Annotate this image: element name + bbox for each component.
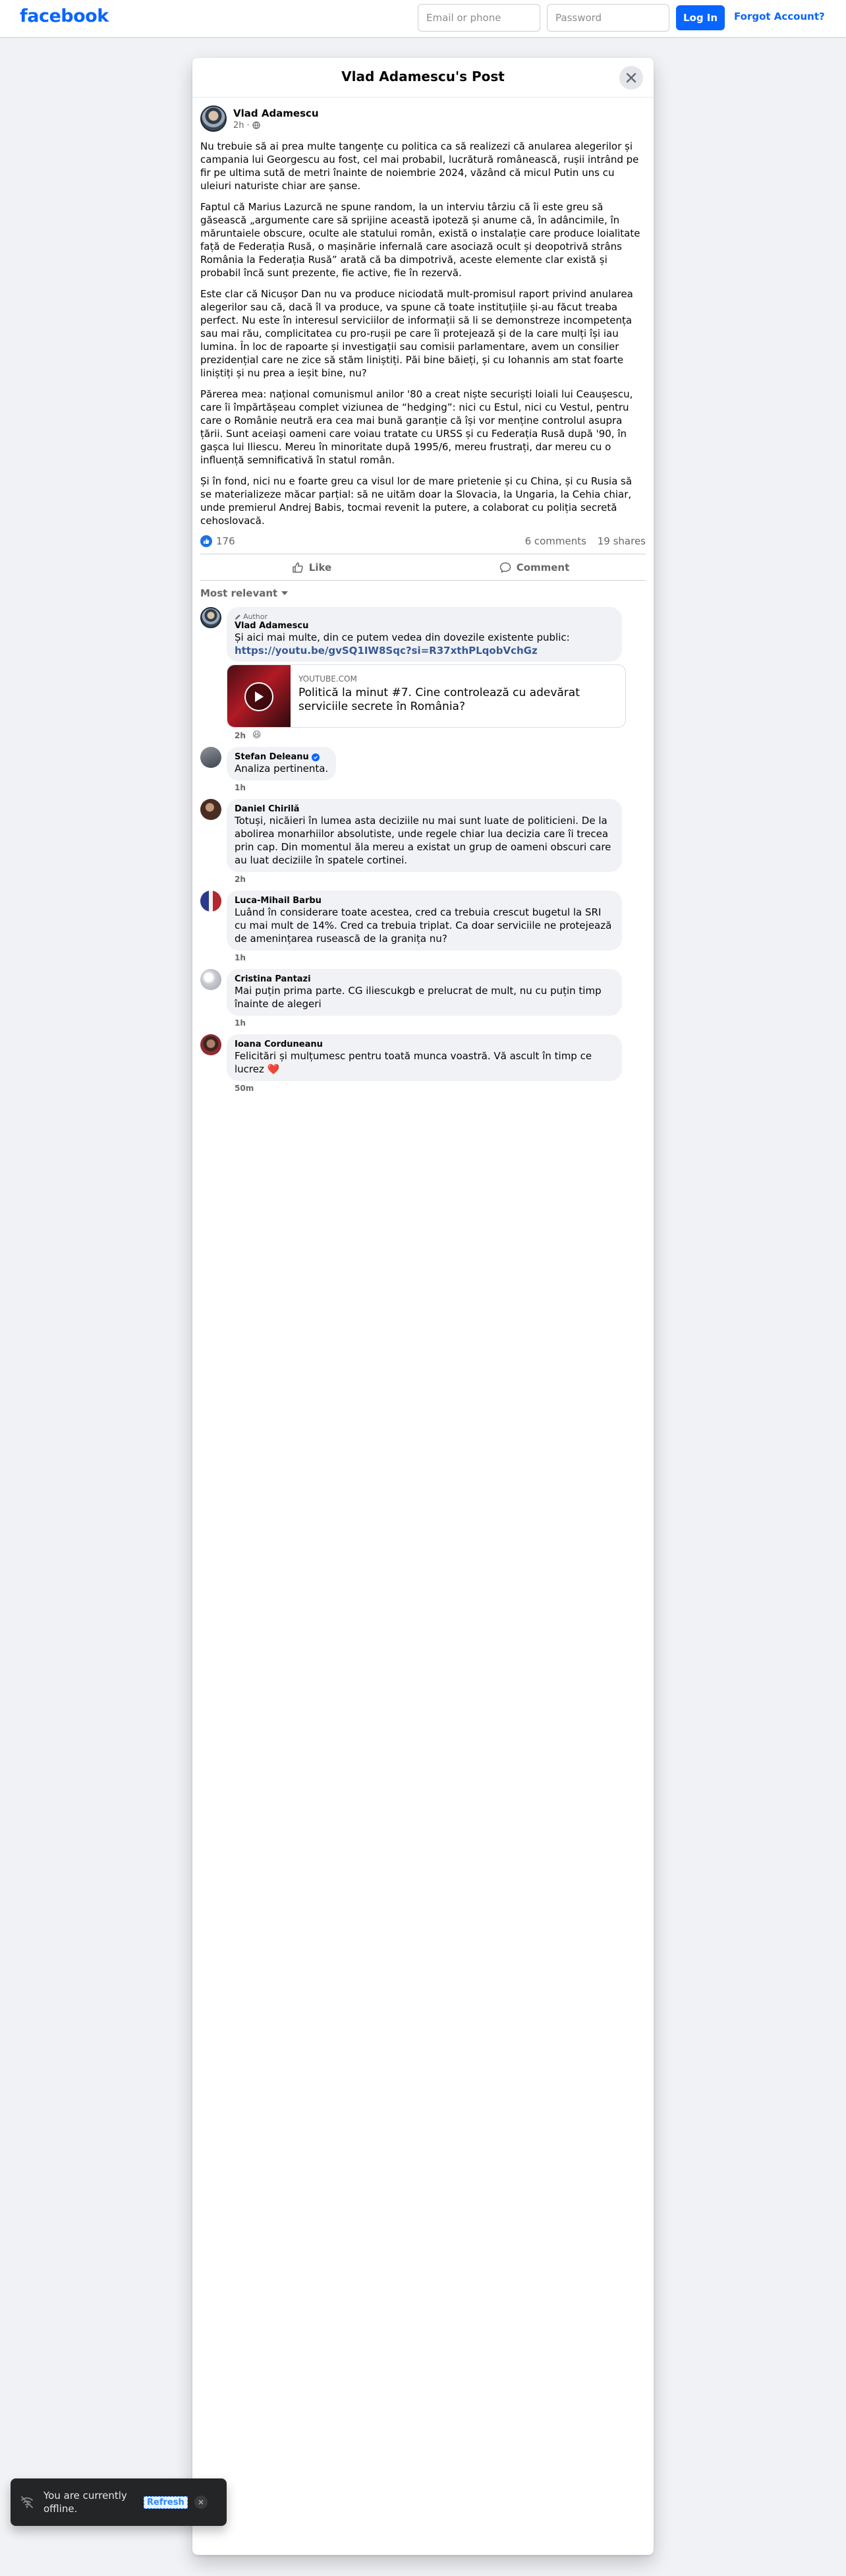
post-author-name[interactable]: Vlad Adamescu xyxy=(233,107,319,119)
comment: Stefan Deleanu Analiza pertinenta. 1h xyxy=(200,747,646,792)
commenter-name[interactable]: Vlad Adamescu xyxy=(235,621,614,631)
commenter-avatar[interactable] xyxy=(200,1034,221,1055)
link-preview-card[interactable]: YOUTUBE.COM Politică la minut #7. Cine c… xyxy=(227,664,626,728)
comment-bubble: Author Vlad Adamescu Și aici mai multe, … xyxy=(227,607,622,662)
reactions-bar: 176 6 comments 19 shares xyxy=(200,535,646,554)
comment-text: Analiza pertinenta. xyxy=(235,763,329,775)
post: Vlad Adamescu 2h · Nu trebuie să ai prea… xyxy=(192,98,654,1113)
commenter-avatar[interactable] xyxy=(200,799,221,820)
comment-timestamp[interactable]: 1h xyxy=(235,953,246,962)
comment-bubble: Cristina Pantazi Mai puțin prima parte. … xyxy=(227,969,622,1016)
comment-bubble: Luca-Mihail Barbu Luând în considerare t… xyxy=(227,891,622,951)
commenter-name[interactable]: Ioana Corduneanu xyxy=(235,1039,614,1049)
close-icon xyxy=(198,2500,204,2505)
comment-text: Luând în considerare toate acestea, cred… xyxy=(235,906,612,945)
thumbs-up-icon xyxy=(293,562,303,573)
pencil-icon xyxy=(235,614,240,620)
commenter-name[interactable]: Cristina Pantazi xyxy=(235,974,614,984)
comment-reaction-icon[interactable]: 😆 xyxy=(252,730,262,740)
globe-icon xyxy=(252,121,260,129)
commenter-avatar[interactable] xyxy=(200,607,221,628)
close-button[interactable] xyxy=(619,66,643,90)
post-body: Nu trebuie să ai prea multe tangențe cu … xyxy=(200,140,646,527)
login-button[interactable]: Log In xyxy=(676,5,725,30)
comment-timestamp[interactable]: 1h xyxy=(235,783,246,792)
link-domain: YOUTUBE.COM xyxy=(298,674,357,684)
comment: Ioana Corduneanu Felicitări și mulțumesc… xyxy=(200,1034,646,1093)
comment-label: Comment xyxy=(516,561,570,573)
post-paragraph: Nu trebuie să ai prea multe tangențe cu … xyxy=(200,140,639,192)
comment-link[interactable]: https://youtu.be/gvSQ1IW8Sqc?si=R37xthPL… xyxy=(235,645,538,657)
post-paragraph: Și în fond, nici nu e foarte greu ca vis… xyxy=(200,475,633,527)
comment-text: Felicitări și mulțumesc pentru toată mun… xyxy=(235,1050,592,1075)
video-thumbnail xyxy=(227,665,291,727)
comment-bubble: Stefan Deleanu Analiza pertinenta. xyxy=(227,747,337,780)
verified-badge-icon xyxy=(311,753,320,761)
like-button[interactable]: Like xyxy=(200,554,423,580)
caret-down-icon xyxy=(281,591,289,595)
refresh-button[interactable]: Refresh xyxy=(144,2496,188,2509)
email-field[interactable] xyxy=(418,4,540,32)
post-paragraph: Faptul că Marius Lazurcă ne spune random… xyxy=(200,201,640,279)
comment-text: Totuși, nicăieri în lumea asta deciziile… xyxy=(235,815,611,866)
comment-sort-dropdown[interactable]: Most relevant xyxy=(200,587,646,599)
comment: Luca-Mihail Barbu Luând în considerare t… xyxy=(200,891,646,962)
password-field[interactable] xyxy=(547,4,669,32)
comment-text: Și aici mai multe, din ce putem vedea di… xyxy=(235,631,570,643)
post-actions: Like Comment xyxy=(200,554,646,581)
comments-list: Author Vlad Adamescu Și aici mai multe, … xyxy=(200,607,646,1113)
forgot-account-link[interactable]: Forgot Account? xyxy=(734,11,825,22)
reactions-count: 176 xyxy=(216,535,235,547)
offline-message: You are currently offline. xyxy=(43,2490,127,2515)
author-avatar[interactable] xyxy=(200,105,227,132)
close-icon xyxy=(626,73,636,83)
link-title: Politică la minut #7. Cine controlează c… xyxy=(298,686,580,713)
commenter-name[interactable]: Daniel Chirilă xyxy=(235,804,614,814)
comment-button[interactable]: Comment xyxy=(423,554,646,580)
shares-count[interactable]: 19 shares xyxy=(598,535,646,547)
comment-bubble: Daniel Chirilă Totuși, nicăieri în lumea… xyxy=(227,799,622,872)
like-label: Like xyxy=(308,561,332,573)
commenter-avatar[interactable] xyxy=(200,747,221,768)
comment-text: Mai puțin prima parte. CG iliescukgb e p… xyxy=(235,985,602,1010)
toast-close-button[interactable] xyxy=(194,2496,208,2509)
post-timestamp[interactable]: 2h xyxy=(233,121,244,131)
comment-bubble: Ioana Corduneanu Felicitări și mulțumesc… xyxy=(227,1034,622,1081)
comment: Cristina Pantazi Mai puțin prima parte. … xyxy=(200,969,646,1028)
comment-timestamp[interactable]: 2h xyxy=(235,875,246,884)
modal-header: Vlad Adamescu's Post xyxy=(192,58,654,98)
comment-timestamp[interactable]: 50m xyxy=(235,1084,254,1093)
comments-count[interactable]: 6 comments xyxy=(525,535,586,547)
post-header: Vlad Adamescu 2h · xyxy=(200,105,646,132)
offline-toast: You are currently offline. Refresh xyxy=(11,2478,227,2526)
modal-title: Vlad Adamescu's Post xyxy=(341,69,505,84)
commenter-name[interactable]: Stefan Deleanu xyxy=(235,752,309,762)
play-icon xyxy=(244,682,273,711)
top-navigation-bar: facebook Log In Forgot Account? xyxy=(0,0,846,37)
post-paragraph: Este clar că Nicușor Dan nu va produce n… xyxy=(200,288,633,379)
commenter-avatar[interactable] xyxy=(200,969,221,990)
comment-timestamp[interactable]: 2h xyxy=(235,731,246,740)
post-modal: Vlad Adamescu's Post Vlad Adamescu 2h · xyxy=(192,58,654,2555)
comment-icon xyxy=(499,562,511,573)
sort-label: Most relevant xyxy=(200,587,278,599)
comment: Daniel Chirilă Totuși, nicăieri în lumea… xyxy=(200,799,646,884)
like-reaction-icon xyxy=(200,535,212,547)
commenter-name[interactable]: Luca-Mihail Barbu xyxy=(235,896,614,906)
offline-wifi-icon xyxy=(21,2496,33,2508)
author-badge: Author xyxy=(235,612,614,621)
commenter-avatar[interactable] xyxy=(200,891,221,912)
post-paragraph: Părerea mea: național comunismul anilor … xyxy=(200,388,633,466)
reaction-summary[interactable]: 176 xyxy=(200,535,235,547)
comment-timestamp[interactable]: 1h xyxy=(235,1018,246,1028)
facebook-logo[interactable]: facebook xyxy=(20,6,109,26)
comment: Author Vlad Adamescu Și aici mai multe, … xyxy=(200,607,646,740)
